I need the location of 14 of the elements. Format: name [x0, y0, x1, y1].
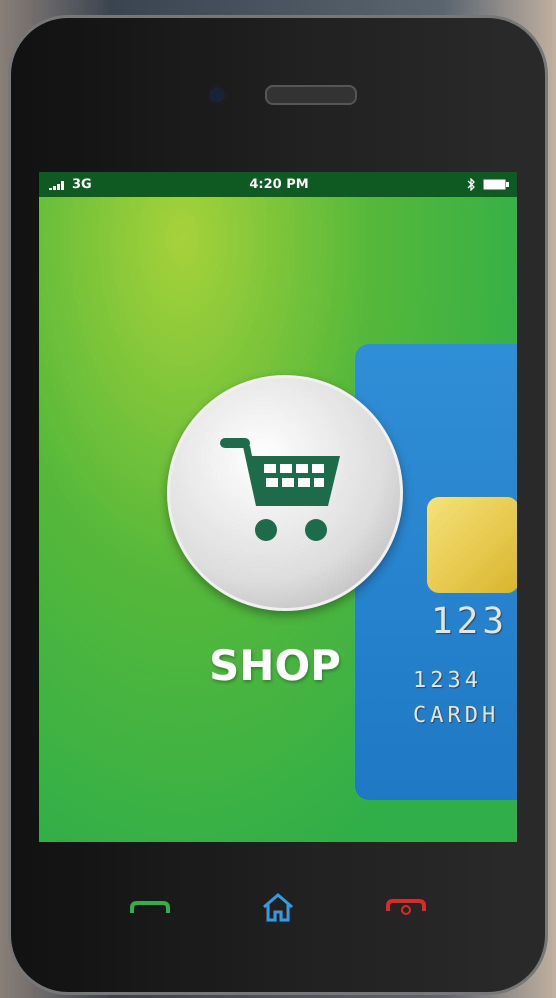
cardholder-name: CARDH [413, 703, 500, 728]
signal-icon [49, 180, 67, 190]
call-icon[interactable] [129, 900, 171, 914]
network-label: 3G [72, 177, 92, 192]
card-number: 1234 [413, 668, 483, 693]
card-number: 123 [431, 601, 510, 642]
shop-label: SHOP [209, 641, 341, 690]
camera-icon [209, 87, 225, 103]
home-icon[interactable] [261, 892, 295, 922]
end-call-icon[interactable] [385, 898, 427, 916]
bluetooth-icon [467, 178, 476, 191]
battery-icon [483, 179, 510, 190]
card-chip-icon [427, 497, 517, 593]
clock-time: 4:20 PM [249, 177, 309, 192]
